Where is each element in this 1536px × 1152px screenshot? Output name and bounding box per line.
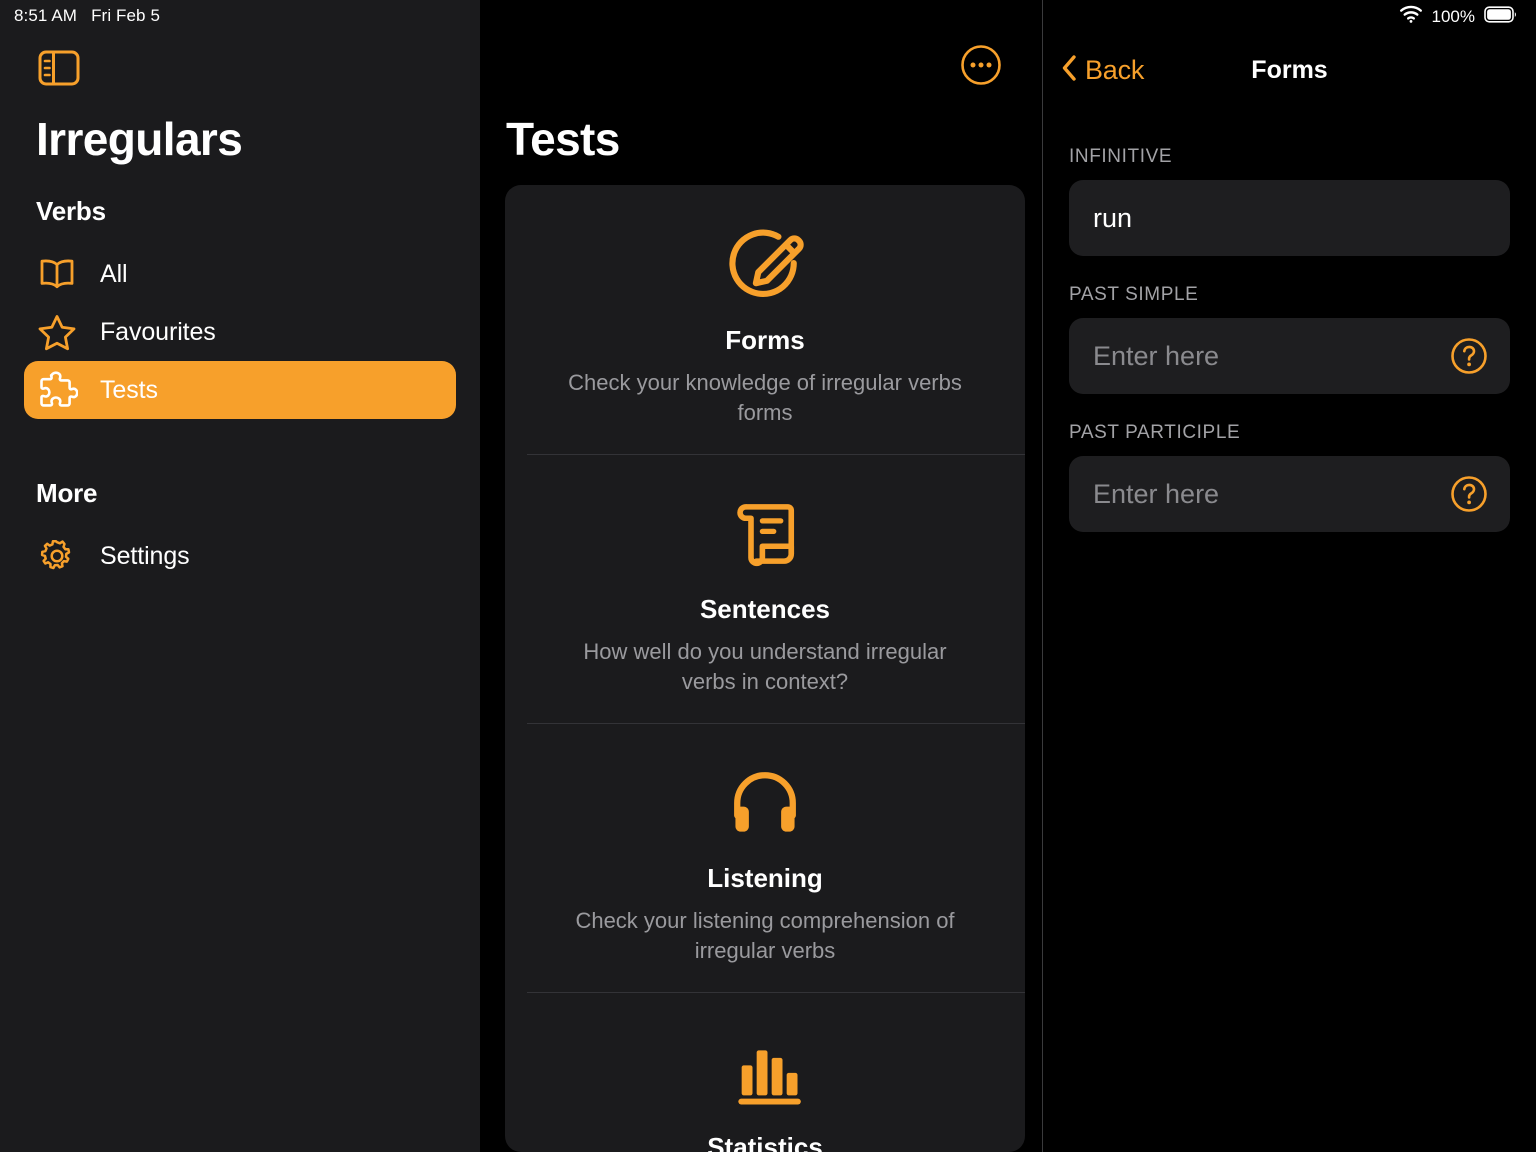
tests-panel: Tests Forms Check your knowledge of irre… — [480, 0, 1042, 1152]
test-card-description: Check your knowledge of irregular verbs … — [568, 370, 962, 425]
app-title: Irregulars — [36, 113, 243, 165]
field-group-infinitive: INFINITIVE run — [1069, 146, 1510, 256]
sidebar: 8:51 AM Fri Feb 5 Irregulars Verbs All F… — [0, 0, 480, 1152]
field-label-past-simple: PAST SIMPLE — [1069, 284, 1199, 305]
field-group-past-participle: PAST PARTICIPLE Enter here — [1069, 422, 1510, 532]
test-card-title: Statistics — [707, 1132, 823, 1152]
section-heading-verbs: Verbs — [36, 196, 106, 226]
sidebar-item-label-settings: Settings — [100, 541, 190, 570]
past-simple-placeholder: Enter here — [1093, 340, 1220, 371]
test-card-title: Sentences — [699, 594, 831, 624]
book-open-icon — [36, 253, 78, 295]
field-group-past-simple: PAST SIMPLE Enter here — [1069, 284, 1510, 394]
test-card-title: Listening — [707, 863, 823, 893]
circle-pencil-icon — [719, 219, 811, 311]
detail-navbar: Back Forms — [1043, 44, 1536, 96]
forms-field-list: INFINITIVE run PAST SIMPLE Enter here PA… — [1069, 146, 1510, 560]
status-bar-right: 100% — [1399, 5, 1518, 28]
sidebar-item-label-all: All — [100, 259, 128, 288]
headphones-icon — [722, 757, 808, 849]
question-circle-icon[interactable] — [1450, 337, 1488, 375]
question-circle-icon[interactable] — [1450, 475, 1488, 513]
sidebar-item-label-favourites: Favourites — [100, 317, 216, 346]
wifi-icon — [1399, 5, 1423, 28]
detail-title: Forms — [1251, 55, 1328, 84]
page-title: Tests — [506, 113, 620, 165]
sidebar-section-more: More Settings — [0, 478, 480, 585]
past-participle-input[interactable]: Enter here — [1069, 456, 1510, 532]
detail-panel: 100% Back Forms INFINITIVE run PAST SIMP… — [1042, 0, 1536, 1152]
field-label-infinitive: INFINITIVE — [1069, 146, 1173, 167]
test-card-description: How well do you understand irregular ver… — [583, 639, 947, 694]
status-date: Fri Feb 5 — [91, 6, 160, 25]
star-icon — [36, 311, 78, 353]
test-card-sentences[interactable]: Sentences How well do you understand irr… — [505, 454, 1025, 723]
section-heading-more: More — [36, 478, 98, 508]
ellipsis-circle-icon[interactable] — [960, 44, 1002, 86]
status-bar-left: 8:51 AM Fri Feb 5 — [14, 6, 160, 26]
bar-chart-icon — [725, 1026, 805, 1118]
sidebar-section-verbs: Verbs All Favourites Tests — [0, 196, 480, 419]
infinitive-value: run — [1093, 202, 1133, 233]
past-simple-input[interactable]: Enter here — [1069, 318, 1510, 394]
sidebar-toggle-icon[interactable] — [38, 50, 80, 86]
status-time: 8:51 AM — [14, 6, 78, 25]
test-card-title: Forms — [725, 325, 805, 355]
test-card-forms[interactable]: Forms Check your knowledge of irregular … — [505, 185, 1025, 454]
sidebar-item-settings[interactable]: Settings — [24, 527, 456, 585]
test-card-description: Check your listening comprehension of ir… — [575, 908, 955, 963]
scroll-document-icon — [723, 488, 807, 580]
infinitive-input[interactable]: run — [1069, 180, 1510, 256]
puzzle-piece-icon — [36, 369, 78, 411]
sidebar-item-favourites[interactable]: Favourites — [24, 303, 456, 361]
gear-icon — [36, 535, 78, 577]
battery-percent-label: 100% — [1431, 6, 1475, 26]
field-label-past-participle: PAST PARTICIPLE — [1069, 422, 1241, 443]
test-card-list: Forms Check your knowledge of irregular … — [505, 185, 1025, 1152]
past-participle-placeholder: Enter here — [1093, 478, 1220, 509]
test-card-listening[interactable]: Listening Check your listening comprehen… — [505, 723, 1025, 992]
test-card-statistics[interactable]: Statistics — [505, 992, 1025, 1152]
ipad-screen: 8:51 AM Fri Feb 5 Irregulars Verbs All F… — [0, 0, 1536, 1152]
battery-full-icon — [1484, 5, 1518, 28]
sidebar-item-tests[interactable]: Tests — [24, 361, 456, 419]
sidebar-item-all[interactable]: All — [24, 245, 456, 303]
sidebar-item-label-tests: Tests — [100, 375, 158, 404]
